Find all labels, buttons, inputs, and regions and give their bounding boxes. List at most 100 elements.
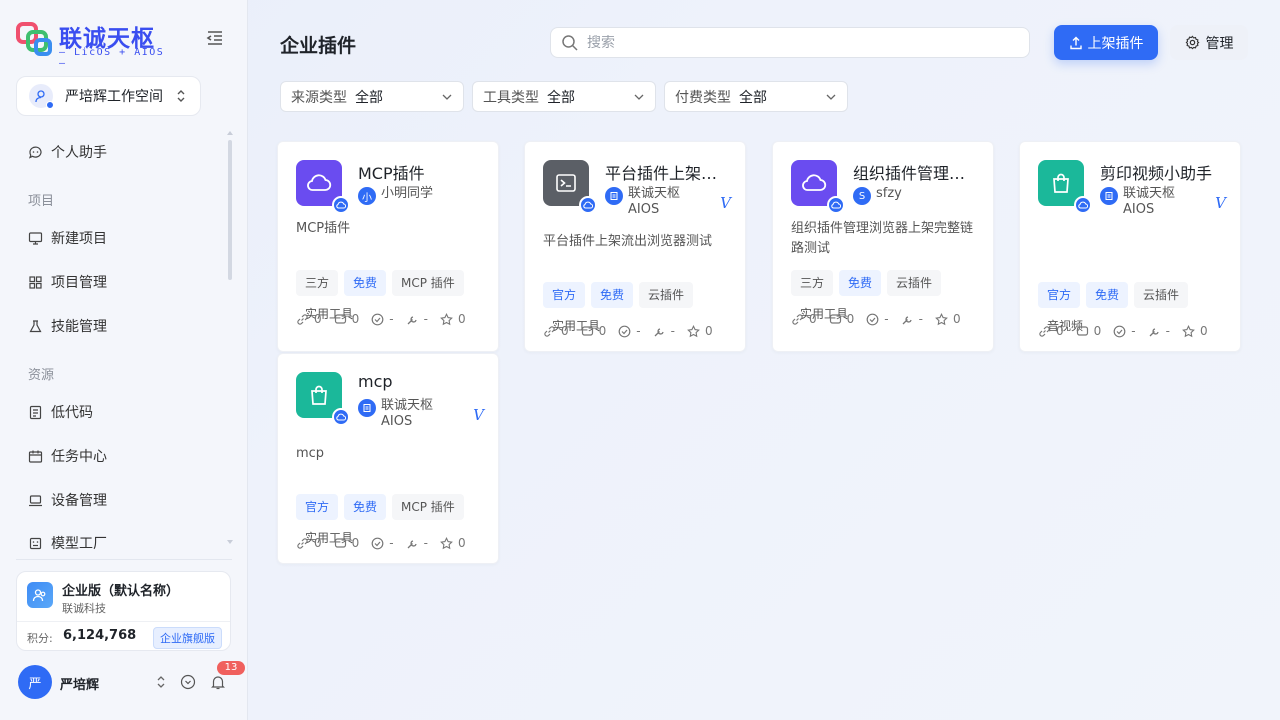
publish-plugin-label: 上架插件 — [1087, 35, 1144, 52]
stat-value: 0 — [846, 312, 855, 326]
logo-mark-icon — [16, 22, 52, 56]
stat-value: 0 — [561, 324, 569, 338]
plugin-card[interactable]: 组织插件管理浏览器上架完整链路测试 S sfzy 组织插件管理浏览器上架完整链路… — [772, 141, 994, 352]
enterprise-card[interactable]: 企业版（默认名称） 联诚科技 积分: 6,124,768 企业旗舰版 — [16, 571, 231, 651]
collapse-sidebar-icon[interactable] — [205, 28, 225, 48]
filter-source-type[interactable]: 来源类型 全部 — [280, 81, 464, 112]
tag-type: MCP 插件 — [392, 494, 464, 520]
tag-source: 官方 — [543, 282, 586, 308]
sidebar-item-new-project[interactable]: 新建项目 — [28, 228, 107, 248]
sidebar-item-lowcode[interactable]: 低代码 — [28, 402, 93, 422]
section-resource: 资源 — [28, 368, 55, 383]
plugin-card[interactable]: mcp 联诚天枢 AIOS V mcp 官方 免费 MCP 插件 实用工具 0 … — [277, 353, 499, 564]
cloud-icon — [791, 160, 845, 214]
star-icon — [440, 536, 453, 549]
star-icon — [935, 312, 948, 325]
manage-button[interactable]: 管理 — [1170, 25, 1248, 60]
cloud-icon — [296, 160, 350, 214]
brand-subtitle: — LicOS + AIOS — — [59, 47, 165, 69]
stat-checks: - — [1113, 324, 1136, 338]
sidebar-item-skill-mgmt[interactable]: 技能管理 — [28, 316, 107, 336]
stat-value: 0 — [457, 536, 466, 550]
scroll-down-icon[interactable] — [227, 540, 233, 544]
plugin-author: S sfzy — [853, 186, 958, 205]
expand-updown-icon[interactable] — [153, 674, 169, 690]
stat-links: 0 — [296, 312, 322, 326]
author-name: 联诚天枢 AIOS — [381, 398, 434, 429]
workspace-avatar — [29, 84, 54, 109]
notification-count-badge: 13 — [217, 661, 245, 675]
cloud-badge-icon — [1074, 196, 1092, 214]
search-input[interactable] — [587, 34, 1007, 51]
sidebar-item-project-mgmt[interactable]: 项目管理 — [28, 272, 107, 292]
tag-source: 官方 — [296, 494, 339, 520]
enterprise-name: 企业版（默认名称） — [62, 584, 180, 599]
stat-links: 0 — [791, 312, 817, 326]
sidebar-item-label: 模型工厂 — [51, 536, 107, 552]
message-icon — [829, 313, 841, 324]
check-circle-icon — [371, 313, 384, 325]
upload-icon — [1069, 36, 1082, 49]
scroll-up-icon[interactable] — [227, 131, 233, 135]
stat-value: 0 — [809, 312, 817, 326]
workspace-switcher[interactable]: 严培辉工作空间 — [16, 76, 201, 116]
wrench-icon — [407, 539, 417, 548]
stat-value: - — [1165, 324, 1170, 338]
link-icon — [792, 313, 803, 325]
sidebar-item-device-mgmt[interactable]: 设备管理 — [28, 490, 107, 510]
publish-plugin-button[interactable]: 上架插件 — [1054, 25, 1158, 60]
sidebar-scrollbar[interactable] — [228, 140, 232, 280]
chevron-updown-icon — [177, 90, 185, 102]
wrench-icon — [1149, 327, 1159, 336]
stat-chats: 0 — [581, 324, 606, 338]
search-box[interactable] — [550, 27, 1030, 58]
sidebar-item-label: 低代码 — [51, 405, 93, 421]
stat-tools: - — [1148, 324, 1170, 338]
stat-checks: - — [866, 312, 889, 326]
points-label: 积分: — [27, 632, 53, 645]
sidebar-item-assistant[interactable]: 个人助手 — [28, 142, 107, 162]
chevron-circle-down-icon[interactable] — [180, 674, 196, 690]
author-name: sfzy — [876, 186, 902, 201]
wrench-icon — [654, 327, 664, 336]
bell-icon[interactable] — [210, 674, 226, 690]
star-icon — [1182, 324, 1195, 337]
filter-value: 全部 — [355, 89, 383, 106]
sidebar-item-task-center[interactable]: 任务中心 — [28, 446, 107, 466]
stat-tools: - — [901, 312, 923, 326]
terminal-icon — [543, 160, 597, 214]
stat-chats: 0 — [334, 536, 360, 550]
plugin-stats: 0 0 - - 0 — [296, 536, 478, 550]
plugin-stats: 0 0 - - 0 — [296, 312, 478, 326]
star-icon — [687, 324, 700, 337]
plugin-author: 小 小明同学 — [358, 186, 463, 205]
sidebar-item-model-factory[interactable]: 模型工厂 — [28, 533, 107, 553]
plan-badge: 企业旗舰版 — [153, 627, 222, 649]
sidebar-item-label: 技能管理 — [51, 319, 107, 335]
filter-tool-type[interactable]: 工具类型 全部 — [472, 81, 656, 112]
author-avatar — [358, 399, 376, 417]
plugin-card[interactable]: MCP插件 小 小明同学 MCP插件 三方 免费 MCP 插件 实用工具 0 0… — [277, 141, 499, 352]
stat-chats: 0 — [334, 312, 359, 326]
plugin-card[interactable]: 平台插件上架流出浏览器测试 联诚天枢 AIOS V 平台插件上架流出浏览器测试 … — [524, 141, 746, 352]
author-avatar — [605, 187, 623, 205]
stat-value: - — [636, 324, 641, 338]
laptop-icon — [29, 494, 42, 506]
user-avatar[interactable]: 严 — [18, 665, 52, 699]
tag-price: 免费 — [591, 282, 634, 308]
cloud-badge-icon — [827, 196, 845, 214]
stat-links: 0 — [543, 324, 569, 338]
stat-value: - — [670, 324, 675, 338]
plugin-card[interactable]: 剪印视频小助手 联诚天枢 AIOS V 官方 免费 云插件 音视频 0 0 - … — [1019, 141, 1241, 352]
stat-stars: 0 — [687, 324, 713, 338]
filter-pay-type[interactable]: 付费类型 全部 — [664, 81, 848, 112]
tag-price: 免费 — [344, 270, 387, 296]
brand-logo[interactable]: 联诚天枢 — LicOS + AIOS — — [16, 18, 176, 69]
stat-value: - — [884, 312, 889, 326]
tag-price: 免费 — [344, 494, 387, 520]
verified-badge: V — [1215, 194, 1226, 212]
stat-value: 0 — [351, 536, 360, 550]
monitor-icon — [28, 231, 43, 245]
enterprise-company: 联诚科技 — [62, 602, 106, 615]
stat-value: - — [423, 536, 428, 550]
